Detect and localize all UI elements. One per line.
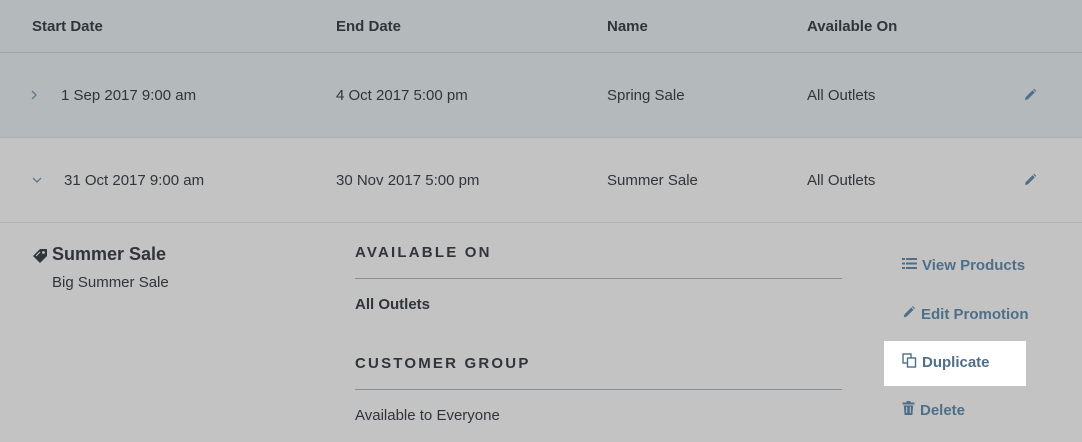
section-divider xyxy=(355,389,842,390)
start-date-cell: 1 Sep 2017 9:00 am xyxy=(61,87,197,104)
column-header-available-on[interactable]: Available On xyxy=(807,18,897,35)
name-cell: Summer Sale xyxy=(607,172,698,189)
available-on-cell: All Outlets xyxy=(807,172,876,189)
available-on-heading: AVAILABLE ON xyxy=(355,244,492,261)
table-row[interactable]: 31 Oct 2017 9:00 am 30 Nov 2017 5:00 pm … xyxy=(0,138,1082,223)
promotion-detail-panel: Summer Sale Big Summer Sale AVAILABLE ON… xyxy=(0,223,1082,442)
column-header-name[interactable]: Name xyxy=(607,18,648,35)
edit-promotion-link[interactable]: Edit Promotion xyxy=(902,305,1029,323)
name-cell: Spring Sale xyxy=(607,87,685,104)
pencil-icon xyxy=(902,305,916,323)
start-date-cell: 31 Oct 2017 9:00 am xyxy=(64,172,205,189)
trash-icon xyxy=(902,401,915,419)
edit-promotion-label: Edit Promotion xyxy=(921,305,1029,323)
customer-group-heading: CUSTOMER GROUP xyxy=(355,355,531,372)
chevron-down-icon[interactable] xyxy=(31,171,43,194)
delete-label: Delete xyxy=(920,401,966,419)
duplicate-label: Duplicate xyxy=(922,354,990,371)
pencil-icon[interactable] xyxy=(1022,87,1040,105)
duplicate-link[interactable]: Duplicate xyxy=(902,353,990,372)
column-header-start-date[interactable]: Start Date xyxy=(32,18,103,35)
tag-icon xyxy=(32,248,48,264)
chevron-right-icon[interactable] xyxy=(30,86,40,109)
available-on-value: All Outlets xyxy=(355,296,431,313)
pencil-icon[interactable] xyxy=(1022,172,1040,190)
table-row[interactable]: 1 Sep 2017 9:00 am 4 Oct 2017 5:00 pm Sp… xyxy=(0,53,1082,138)
end-date-cell: 30 Nov 2017 5:00 pm xyxy=(336,172,480,189)
list-icon xyxy=(902,257,917,274)
promotion-title: Summer Sale xyxy=(52,244,167,264)
end-date-cell: 4 Oct 2017 5:00 pm xyxy=(336,87,468,104)
table-header: Start Date End Date Name Available On xyxy=(0,0,1082,53)
delete-link[interactable]: Delete xyxy=(902,401,965,419)
view-products-link[interactable]: View Products xyxy=(902,257,1025,274)
copy-icon xyxy=(902,353,917,372)
customer-group-value: Available to Everyone xyxy=(355,407,500,424)
available-on-cell: All Outlets xyxy=(807,87,876,104)
section-divider xyxy=(355,278,842,279)
column-header-end-date[interactable]: End Date xyxy=(336,18,401,35)
promotion-description: Big Summer Sale xyxy=(52,274,169,291)
view-products-label: View Products xyxy=(922,257,1026,274)
